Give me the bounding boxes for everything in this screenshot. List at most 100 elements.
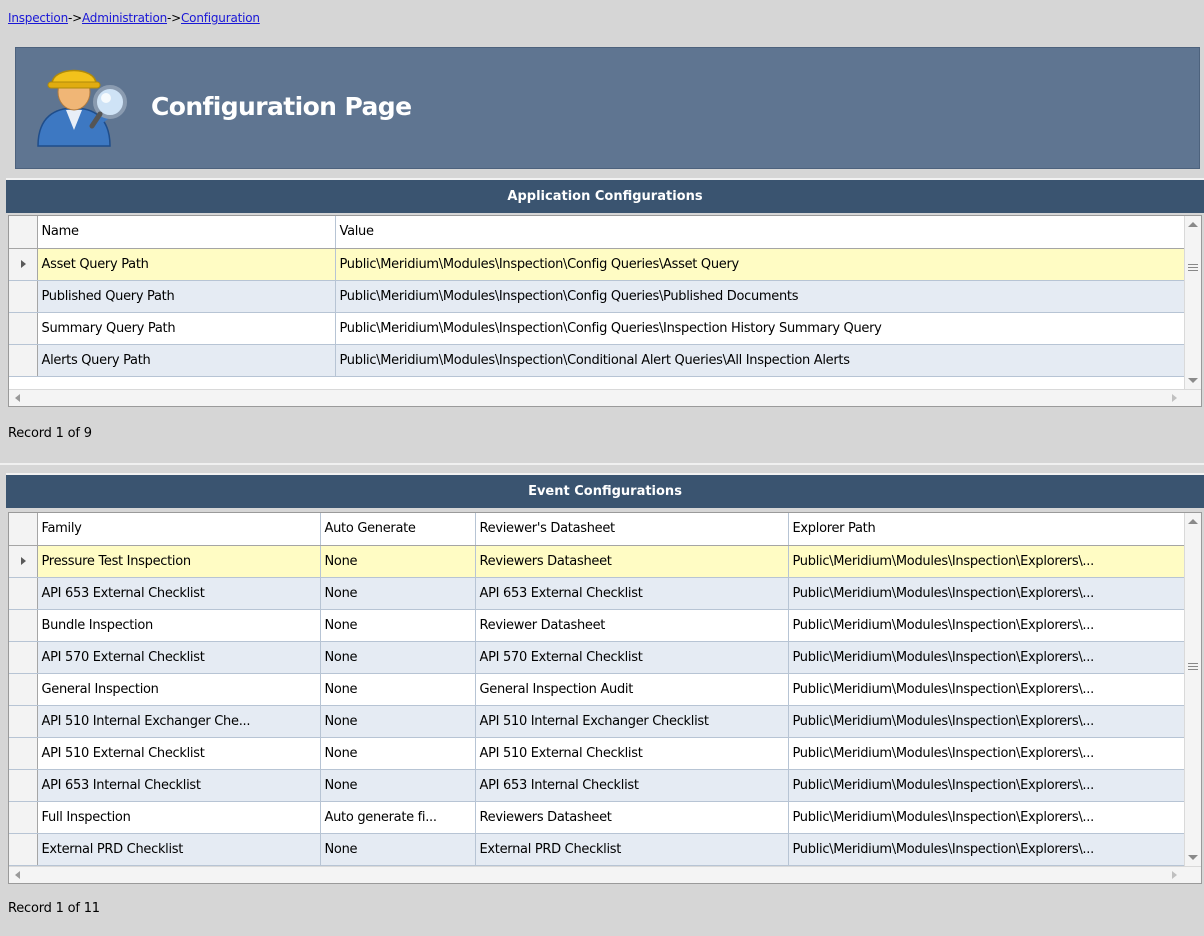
row-selector[interactable] bbox=[9, 801, 38, 834]
horizontal-scrollbar[interactable] bbox=[9, 389, 1201, 406]
table-row[interactable]: Full Inspection Auto generate fi... Revi… bbox=[9, 801, 1186, 834]
row-selector[interactable] bbox=[9, 673, 38, 706]
row-selector[interactable] bbox=[9, 248, 38, 281]
cell-value[interactable]: Public\Meridium\Modules\Inspection\Confi… bbox=[335, 248, 1186, 281]
cell-value[interactable]: Public\Meridium\Modules\Inspection\Condi… bbox=[335, 344, 1186, 377]
table-row[interactable]: Alerts Query Path Public\Meridium\Module… bbox=[9, 344, 1186, 377]
cell-name[interactable]: Asset Query Path bbox=[37, 248, 336, 281]
cell-family[interactable]: Pressure Test Inspection bbox=[37, 545, 321, 578]
table-row[interactable]: API 510 External Checklist None API 510 … bbox=[9, 737, 1186, 770]
cell-reviewers-datasheet[interactable]: API 570 External Checklist bbox=[475, 641, 789, 674]
column-header-name[interactable]: Name bbox=[37, 216, 336, 249]
horizontal-scrollbar[interactable] bbox=[9, 866, 1201, 883]
row-selector[interactable] bbox=[9, 609, 38, 642]
row-selector[interactable] bbox=[9, 344, 38, 377]
scroll-grip-icon[interactable] bbox=[1188, 663, 1198, 670]
cell-auto-generate[interactable]: None bbox=[320, 769, 476, 802]
breadcrumb-link-inspection[interactable]: Inspection bbox=[8, 11, 68, 25]
cell-family[interactable]: Bundle Inspection bbox=[37, 609, 321, 642]
row-selector[interactable] bbox=[9, 737, 38, 770]
table-row[interactable]: API 570 External Checklist None API 570 … bbox=[9, 641, 1186, 674]
cell-auto-generate[interactable]: None bbox=[320, 673, 476, 706]
table-row[interactable]: Published Query Path Public\Meridium\Mod… bbox=[9, 280, 1186, 313]
cell-explorer-path[interactable]: Public\Meridium\Modules\Inspection\Explo… bbox=[788, 769, 1186, 802]
scroll-left-icon[interactable] bbox=[15, 394, 20, 402]
row-selector[interactable] bbox=[9, 312, 38, 345]
cell-name[interactable]: Published Query Path bbox=[37, 280, 336, 313]
cell-reviewers-datasheet[interactable]: API 653 External Checklist bbox=[475, 577, 789, 610]
row-selector[interactable] bbox=[9, 577, 38, 610]
table-row[interactable]: Pressure Test Inspection None Reviewers … bbox=[9, 545, 1186, 578]
cell-auto-generate[interactable]: None bbox=[320, 737, 476, 770]
cell-family[interactable]: External PRD Checklist bbox=[37, 833, 321, 866]
cell-auto-generate[interactable]: None bbox=[320, 705, 476, 738]
scroll-right-icon[interactable] bbox=[1172, 871, 1177, 879]
scroll-left-icon[interactable] bbox=[15, 871, 20, 879]
column-header-reviewers-datasheet[interactable]: Reviewer's Datasheet bbox=[475, 513, 789, 546]
table-row[interactable]: Summary Query Path Public\Meridium\Modul… bbox=[9, 312, 1186, 345]
cell-reviewers-datasheet[interactable]: API 510 External Checklist bbox=[475, 737, 789, 770]
vertical-scrollbar[interactable] bbox=[1184, 216, 1201, 389]
cell-family[interactable]: API 570 External Checklist bbox=[37, 641, 321, 674]
cell-family[interactable]: API 653 External Checklist bbox=[37, 577, 321, 610]
column-header-auto-generate[interactable]: Auto Generate bbox=[320, 513, 476, 546]
scroll-down-icon[interactable] bbox=[1188, 855, 1198, 860]
page-header: Configuration Page bbox=[15, 47, 1200, 169]
cell-explorer-path[interactable]: Public\Meridium\Modules\Inspection\Explo… bbox=[788, 737, 1186, 770]
cell-value[interactable]: Public\Meridium\Modules\Inspection\Confi… bbox=[335, 312, 1186, 345]
scroll-down-icon[interactable] bbox=[1188, 378, 1198, 383]
row-selector[interactable] bbox=[9, 641, 38, 674]
breadcrumb-link-configuration[interactable]: Configuration bbox=[181, 11, 260, 25]
row-selector[interactable] bbox=[9, 769, 38, 802]
cell-auto-generate[interactable]: None bbox=[320, 641, 476, 674]
cell-explorer-path[interactable]: Public\Meridium\Modules\Inspection\Explo… bbox=[788, 609, 1186, 642]
cell-auto-generate[interactable]: None bbox=[320, 577, 476, 610]
scroll-grip-icon[interactable] bbox=[1188, 264, 1198, 271]
cell-family[interactable]: API 510 Internal Exchanger Che... bbox=[37, 705, 321, 738]
table-row[interactable]: API 653 Internal Checklist None API 653 … bbox=[9, 769, 1186, 802]
cell-explorer-path[interactable]: Public\Meridium\Modules\Inspection\Explo… bbox=[788, 673, 1186, 706]
cell-reviewers-datasheet[interactable]: Reviewers Datasheet bbox=[475, 545, 789, 578]
cell-value[interactable]: Public\Meridium\Modules\Inspection\Confi… bbox=[335, 280, 1186, 313]
table-row[interactable]: Bundle Inspection None Reviewer Datashee… bbox=[9, 609, 1186, 642]
cell-reviewers-datasheet[interactable]: General Inspection Audit bbox=[475, 673, 789, 706]
table-row[interactable]: Asset Query Path Public\Meridium\Modules… bbox=[9, 248, 1186, 281]
cell-auto-generate[interactable]: None bbox=[320, 833, 476, 866]
cell-explorer-path[interactable]: Public\Meridium\Modules\Inspection\Explo… bbox=[788, 833, 1186, 866]
cell-explorer-path[interactable]: Public\Meridium\Modules\Inspection\Explo… bbox=[788, 577, 1186, 610]
cell-reviewers-datasheet[interactable]: API 653 Internal Checklist bbox=[475, 769, 789, 802]
cell-family[interactable]: API 653 Internal Checklist bbox=[37, 769, 321, 802]
cell-auto-generate[interactable]: None bbox=[320, 545, 476, 578]
table-row[interactable]: API 653 External Checklist None API 653 … bbox=[9, 577, 1186, 610]
row-selector[interactable] bbox=[9, 545, 38, 578]
cell-auto-generate[interactable]: None bbox=[320, 609, 476, 642]
cell-explorer-path[interactable]: Public\Meridium\Modules\Inspection\Explo… bbox=[788, 705, 1186, 738]
breadcrumb-link-administration[interactable]: Administration bbox=[82, 11, 167, 25]
cell-reviewers-datasheet[interactable]: External PRD Checklist bbox=[475, 833, 789, 866]
cell-family[interactable]: API 510 External Checklist bbox=[37, 737, 321, 770]
row-selector[interactable] bbox=[9, 833, 38, 866]
cell-reviewers-datasheet[interactable]: Reviewer Datasheet bbox=[475, 609, 789, 642]
column-header-value[interactable]: Value bbox=[335, 216, 1186, 249]
cell-auto-generate[interactable]: Auto generate fi... bbox=[320, 801, 476, 834]
cell-reviewers-datasheet[interactable]: API 510 Internal Exchanger Checklist bbox=[475, 705, 789, 738]
cell-name[interactable]: Alerts Query Path bbox=[37, 344, 336, 377]
cell-reviewers-datasheet[interactable]: Reviewers Datasheet bbox=[475, 801, 789, 834]
table-row[interactable]: General Inspection None General Inspecti… bbox=[9, 673, 1186, 706]
scroll-right-icon[interactable] bbox=[1172, 394, 1177, 402]
column-header-explorer-path[interactable]: Explorer Path bbox=[788, 513, 1186, 546]
cell-explorer-path[interactable]: Public\Meridium\Modules\Inspection\Explo… bbox=[788, 801, 1186, 834]
vertical-scrollbar[interactable] bbox=[1184, 513, 1201, 866]
cell-family[interactable]: General Inspection bbox=[37, 673, 321, 706]
row-selector[interactable] bbox=[9, 280, 38, 313]
row-selector[interactable] bbox=[9, 705, 38, 738]
cell-explorer-path[interactable]: Public\Meridium\Modules\Inspection\Explo… bbox=[788, 641, 1186, 674]
table-row[interactable]: External PRD Checklist None External PRD… bbox=[9, 833, 1186, 866]
table-row[interactable]: API 510 Internal Exchanger Che... None A… bbox=[9, 705, 1186, 738]
cell-explorer-path[interactable]: Public\Meridium\Modules\Inspection\Explo… bbox=[788, 545, 1186, 578]
column-header-family[interactable]: Family bbox=[37, 513, 321, 546]
scroll-up-icon[interactable] bbox=[1188, 519, 1198, 524]
cell-name[interactable]: Summary Query Path bbox=[37, 312, 336, 345]
scroll-up-icon[interactable] bbox=[1188, 222, 1198, 227]
cell-family[interactable]: Full Inspection bbox=[37, 801, 321, 834]
